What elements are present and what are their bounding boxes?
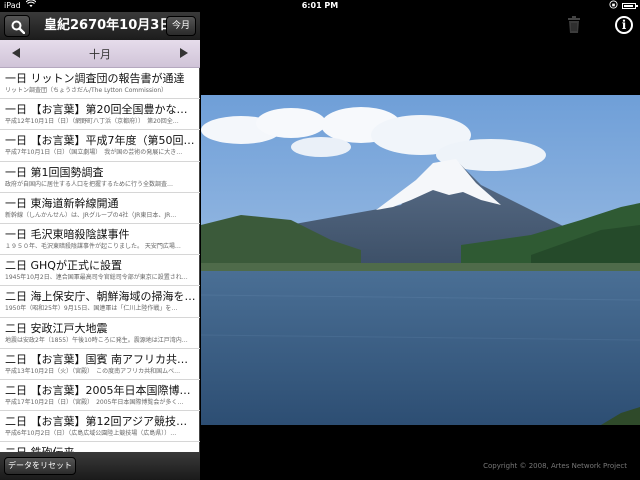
event-title: 二日 安政江戸大地震 <box>5 321 108 335</box>
event-list-item[interactable]: 一日 【お言葉】第20回全国豊かな海… 平成12年10月1日（日）（網野町八丁浜（… <box>0 99 200 131</box>
event-title: 二日 【お言葉】国賓 南アフリカ共和… <box>5 352 196 366</box>
event-title: 一日 【お言葉】第20回全国豊かな海… <box>5 103 196 117</box>
event-summary: リットン調査団（ちょうさだん/The Lytton Commission） <box>5 87 168 94</box>
event-summary: 平成17年10月2日（日）（宮殿） 2005年日本国際博覧会が多く… <box>5 398 184 406</box>
event-list: 一日 リットン調査団の報告書が通達リットン調査団（ちょうさだん/The Lytt… <box>0 68 200 452</box>
event-title: 一日 第1回国勢調査 <box>5 165 104 179</box>
date-title: 皇紀2670年10月3日 <box>44 18 173 33</box>
event-summary: 平成13年10月2日（火）（宮殿） この度南アフリカ共和国ムベ… <box>5 367 181 375</box>
event-list-item[interactable]: 一日 リットン調査団の報告書が通達リットン調査団（ちょうさだん/The Lytt… <box>0 68 200 100</box>
event-list-item[interactable]: 二日 【お言葉】国賓 南アフリカ共和… 平成13年10月2日（火）（宮殿） この度… <box>0 349 200 380</box>
event-title: 二日 海上保安庁、朝鮮海域の掃海を… <box>5 290 196 304</box>
event-list-item[interactable]: 一日 東海道新幹線開通 新幹線（しんかんせん）は、JRグループの4社（JR東日本、… <box>0 193 200 224</box>
battery-icon <box>622 3 638 9</box>
info-icon[interactable]: i <box>615 16 633 34</box>
event-sidebar: 皇紀2670年10月3日 今月 十月 一日 リットン調査団の報告書が通達リットン… <box>0 12 200 480</box>
event-title: 二日 GHQが正式に設置 <box>5 259 122 273</box>
event-summary: 平成6年10月2日（日）（広島広域公園陸上競技場（広島県））… <box>5 430 177 438</box>
event-title: 一日 リットン調査団の報告書が通達 <box>5 72 185 85</box>
sidebar-header: 皇紀2670年10月3日 今月 <box>0 12 200 40</box>
status-time: 6:01 PM <box>301 1 339 10</box>
event-list-item[interactable]: 一日 第1回国勢調査 政府が自国内に居住する人口を把握するために行う全数調査… <box>0 162 200 193</box>
event-list-item[interactable]: 二日 【お言葉】2005年日本国際博覧… 平成17年10月2日（日）（宮殿） 20… <box>0 380 200 412</box>
chevron-right-icon[interactable] <box>180 48 188 58</box>
event-title: 二日 鉄砲伝来 <box>5 445 196 452</box>
search-button[interactable] <box>4 15 30 37</box>
event-summary: 政府が自国内に居住する人口を把握するために行う全数調査… <box>5 180 174 188</box>
event-list-item[interactable]: 一日 【お言葉】平成7年度（第50回… 平成7年10月1日（日）（国立劇場） 我が… <box>0 130 200 162</box>
sidebar-footer: データをリセット <box>0 452 200 480</box>
this-month-button[interactable]: 今月 <box>166 16 196 36</box>
event-title: 一日 【お言葉】平成7年度（第50回… <box>5 134 195 148</box>
event-list-item[interactable]: 一日 毛沢東暗殺陰謀事件 １９５０年、毛沢東暗殺陰謀事件が起こりました。 天安門広… <box>0 224 200 256</box>
month-label: 十月 <box>89 48 111 61</box>
event-title: 二日 【お言葉】第12回アジア競技大… <box>5 415 196 429</box>
event-title: 一日 毛沢東暗殺陰謀事件 <box>5 227 130 241</box>
event-summary: 平成12年10月1日（日）（網野町八丁浜（京都府）） 第20回全… <box>5 118 179 126</box>
event-title: 一日 東海道新幹線開通 <box>5 196 119 210</box>
event-summary: 新幹線（しんかんせん）は、JRグループの4社（JR東日本、JR… <box>5 211 177 219</box>
search-icon <box>11 20 25 34</box>
event-list-item[interactable]: 二日 安政江戸大地震 地震は安政2年（1855）午後10時ころに発生。震源地は江戸… <box>0 318 200 349</box>
event-list-item[interactable]: 二日 【お言葉】第12回アジア競技大… 平成6年10月2日（日）（広島広域公園陸上… <box>0 411 200 443</box>
event-title: 二日 【お言葉】2005年日本国際博覧… <box>5 383 196 397</box>
main-toolbar: i <box>201 12 640 40</box>
event-summary: 1945年10月2日、連合国軍最高司令官総司令部が東京に設置され… <box>5 274 188 282</box>
reset-data-button[interactable]: データをリセット <box>4 457 76 475</box>
event-summary: 1950年（昭和25年）9月15日、国連軍は「仁川上陸作戦」を… <box>5 305 178 313</box>
status-bar: iPad 6:01 PM <box>0 0 640 12</box>
event-list-item[interactable]: 二日 GHQが正式に設置 1945年10月2日、連合国軍最高司令官総司令部が東京に… <box>0 255 200 287</box>
event-summary: １９５０年、毛沢東暗殺陰謀事件が起こりました。 天安門広場… <box>5 242 181 250</box>
trash-icon[interactable] <box>567 16 581 38</box>
mount-fuji-photo <box>201 95 640 425</box>
event-list-item[interactable]: 二日 海上保安庁、朝鮮海域の掃海を… 1950年（昭和25年）9月15日、国連軍は… <box>0 286 200 318</box>
month-selector: 十月 <box>0 40 200 68</box>
event-list-item[interactable]: 二日 鉄砲伝来 <box>0 442 200 452</box>
copyright-text: Copyright © 2008, Artes Network Project <box>483 462 627 470</box>
event-summary: 平成7年10月1日（日）（国立劇場） 我が国の芸術の発展に大き… <box>5 149 183 157</box>
event-summary: 地震は安政2年（1855）午後10時ころに発生。震源地は江戸湾内… <box>5 336 188 344</box>
